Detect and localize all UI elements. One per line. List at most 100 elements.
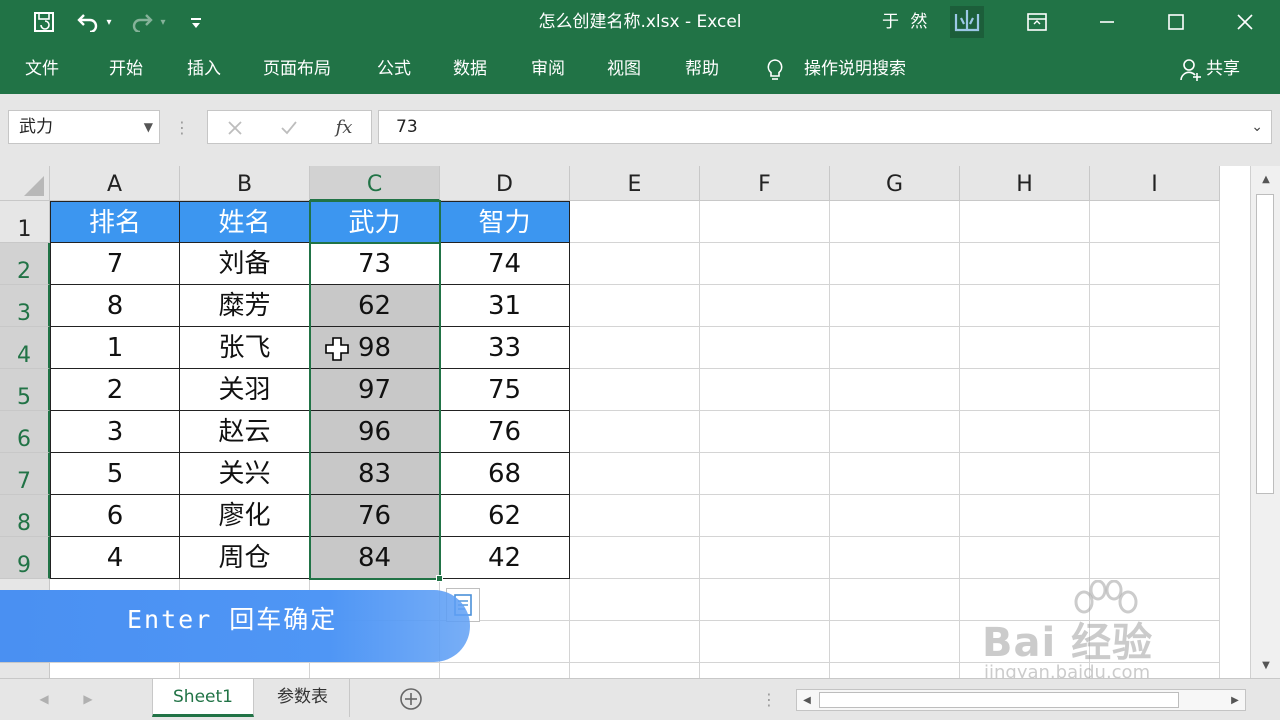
undo-dropdown-icon[interactable]: ▾: [102, 14, 116, 30]
tab-home[interactable]: 开始: [109, 44, 143, 94]
grid-cell[interactable]: [1090, 369, 1220, 411]
grid-cell[interactable]: [960, 243, 1090, 285]
name-box[interactable]: 武力 ▼: [8, 110, 160, 144]
column-header-g[interactable]: G: [830, 166, 960, 201]
grid-cell[interactable]: [570, 579, 700, 621]
column-header-e[interactable]: E: [570, 166, 700, 201]
tab-page-layout[interactable]: 页面布局: [263, 44, 331, 94]
grid-cell[interactable]: [700, 201, 830, 243]
prev-sheet-icon[interactable]: ◀: [36, 689, 52, 709]
grid-cell[interactable]: [570, 327, 700, 369]
grid-cell[interactable]: [830, 579, 960, 621]
grid-cell[interactable]: [700, 621, 830, 663]
grid-cell[interactable]: [570, 411, 700, 453]
user-name[interactable]: 于 然: [882, 0, 930, 44]
grid-cell[interactable]: [310, 663, 440, 678]
tab-formulas[interactable]: 公式: [377, 44, 411, 94]
table-cell[interactable]: 周仓: [180, 537, 310, 579]
grid-cell[interactable]: [1090, 453, 1220, 495]
table-cell[interactable]: 75: [440, 369, 570, 411]
grid-cell[interactable]: [570, 621, 700, 663]
table-cell[interactable]: 关兴: [180, 453, 310, 495]
grid-cell[interactable]: [1090, 285, 1220, 327]
grid-cell[interactable]: [570, 201, 700, 243]
ribbon-display-options-icon[interactable]: [1024, 10, 1050, 34]
tab-view[interactable]: 视图: [607, 44, 641, 94]
formula-input[interactable]: 73 ⌄: [378, 110, 1272, 144]
tab-data[interactable]: 数据: [453, 44, 487, 94]
table-cell[interactable]: 96: [310, 411, 440, 453]
grid-cell[interactable]: [830, 369, 960, 411]
grid-cell[interactable]: [830, 411, 960, 453]
insert-function-icon[interactable]: fx: [332, 115, 356, 139]
grid-cell[interactable]: [960, 369, 1090, 411]
grid-cell[interactable]: [960, 495, 1090, 537]
sheet-tab-sheet1[interactable]: Sheet1: [152, 679, 254, 717]
next-sheet-icon[interactable]: ▶: [80, 689, 96, 709]
table-cell[interactable]: 76: [440, 411, 570, 453]
confirm-entry-icon[interactable]: [278, 117, 300, 139]
table-cell[interactable]: 3: [50, 411, 180, 453]
minimize-icon[interactable]: [1094, 10, 1120, 34]
table-cell[interactable]: 31: [440, 285, 570, 327]
expand-formula-bar-icon[interactable]: ⌄: [1251, 111, 1263, 143]
tab-splitter-icon[interactable]: ⋮: [761, 687, 777, 711]
grid-cell[interactable]: [830, 663, 960, 678]
table-header-cell[interactable]: 武力: [310, 201, 440, 243]
grid-cell[interactable]: [570, 453, 700, 495]
table-cell[interactable]: 5: [50, 453, 180, 495]
grid-cell[interactable]: [440, 663, 570, 678]
grid-cell[interactable]: [830, 201, 960, 243]
grid-cell[interactable]: [960, 537, 1090, 579]
scroll-right-icon[interactable]: ▶: [1227, 692, 1243, 708]
table-cell[interactable]: 糜芳: [180, 285, 310, 327]
table-cell[interactable]: 张飞: [180, 327, 310, 369]
column-header-c[interactable]: C: [310, 166, 440, 201]
grid-cell[interactable]: [700, 285, 830, 327]
cancel-entry-icon[interactable]: [224, 117, 246, 139]
row-header-4[interactable]: 4: [0, 327, 50, 369]
grid-cell[interactable]: [700, 453, 830, 495]
close-icon[interactable]: [1232, 10, 1258, 34]
grid-cell[interactable]: [700, 243, 830, 285]
grid-cell[interactable]: [570, 369, 700, 411]
table-cell[interactable]: 62: [310, 285, 440, 327]
vertical-scroll-thumb[interactable]: [1256, 194, 1274, 494]
grid-cell[interactable]: [1090, 243, 1220, 285]
grid-cell[interactable]: [700, 663, 830, 678]
grid-cell[interactable]: [1090, 411, 1220, 453]
table-cell[interactable]: 74: [440, 243, 570, 285]
grid-cell[interactable]: [700, 411, 830, 453]
horizontal-scroll-thumb[interactable]: [819, 692, 1179, 708]
table-cell[interactable]: 84: [310, 537, 440, 579]
table-cell[interactable]: 68: [440, 453, 570, 495]
grid-cell[interactable]: [830, 453, 960, 495]
table-cell[interactable]: 关羽: [180, 369, 310, 411]
maximize-icon[interactable]: [1163, 10, 1189, 34]
table-cell[interactable]: 4: [50, 537, 180, 579]
grid-cell[interactable]: [830, 621, 960, 663]
grid-cell[interactable]: [1090, 327, 1220, 369]
column-header-h[interactable]: H: [960, 166, 1090, 201]
table-cell[interactable]: 6: [50, 495, 180, 537]
table-cell[interactable]: 刘备: [180, 243, 310, 285]
row-header-7[interactable]: 7: [0, 453, 50, 495]
table-header-cell[interactable]: 智力: [440, 201, 570, 243]
select-all-corner[interactable]: [0, 166, 50, 201]
share-button[interactable]: 共享: [1206, 44, 1240, 94]
grid-cell[interactable]: [830, 327, 960, 369]
customize-qat-icon[interactable]: [186, 12, 206, 34]
grid-cell[interactable]: [960, 411, 1090, 453]
table-cell[interactable]: 廖化: [180, 495, 310, 537]
lightbulb-icon[interactable]: [764, 57, 786, 83]
share-person-icon[interactable]: [1178, 57, 1204, 83]
table-cell[interactable]: 62: [440, 495, 570, 537]
table-cell[interactable]: 7: [50, 243, 180, 285]
grid-cell[interactable]: [830, 537, 960, 579]
grid-cell[interactable]: [700, 327, 830, 369]
column-header-b[interactable]: B: [180, 166, 310, 201]
grid-cell[interactable]: [50, 663, 180, 678]
column-header-a[interactable]: A: [50, 166, 180, 201]
row-header-1[interactable]: 1: [0, 201, 50, 243]
grid-cell[interactable]: [960, 453, 1090, 495]
